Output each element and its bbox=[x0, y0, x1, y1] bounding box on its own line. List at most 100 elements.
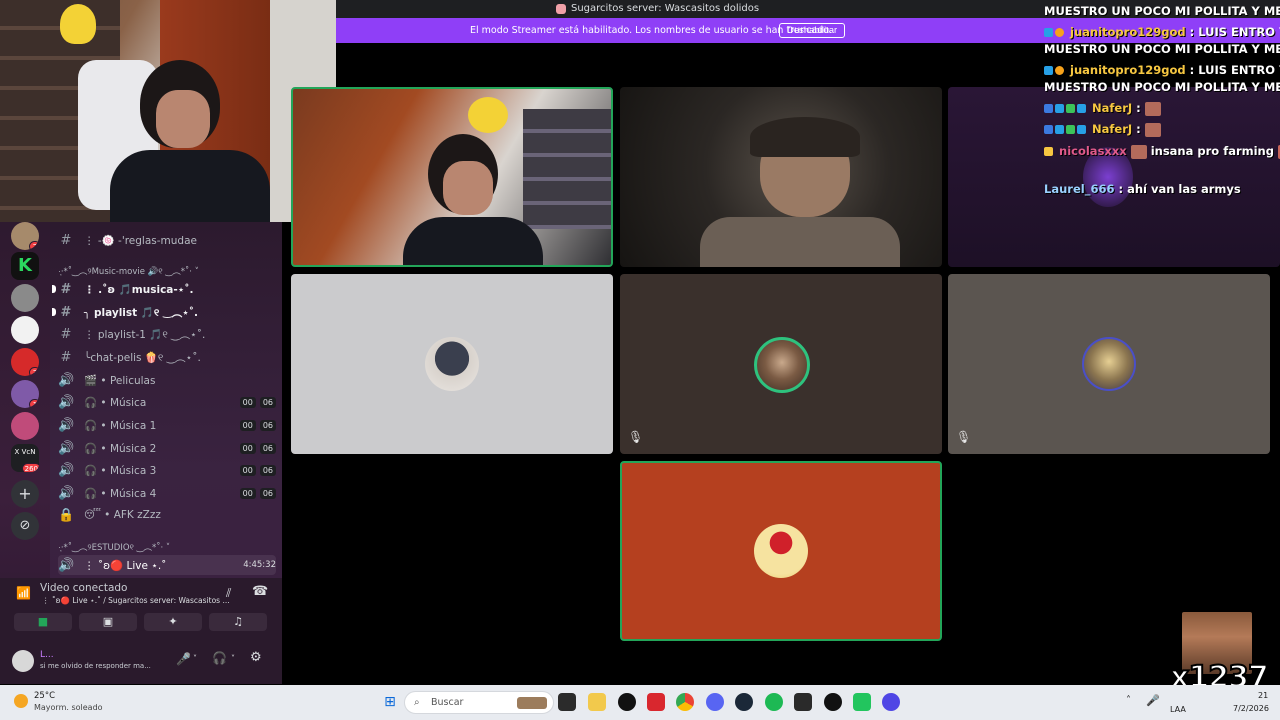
channel-list: # ⋮ -🍥 -'reglas-mudae ·͙·*˚‿︵୨Music-movie… bbox=[50, 222, 282, 578]
channel-playlist[interactable]: # ╮ playlist 🎵୧ ‿︵⋆˚. bbox=[52, 302, 276, 322]
signal-icon[interactable]: 📶 bbox=[16, 586, 31, 600]
steam-icon[interactable] bbox=[735, 693, 753, 711]
badge-icon bbox=[1077, 104, 1086, 113]
avatar[interactable] bbox=[12, 650, 34, 672]
voice-tile-3[interactable]: 🎙 bbox=[948, 274, 1270, 454]
badge-icon bbox=[1044, 125, 1053, 134]
search-highlight-icon bbox=[517, 697, 547, 709]
user-avatar bbox=[754, 337, 810, 393]
server-icon bbox=[556, 3, 566, 14]
chat-line: Laurel_666 : ahí van las armys bbox=[1044, 182, 1241, 196]
weather-desc[interactable]: Mayorm. soleado bbox=[34, 703, 103, 712]
spotify-icon[interactable] bbox=[765, 693, 783, 711]
chat-line: NaferJ : bbox=[1044, 101, 1161, 116]
activities-button[interactable]: ✦ bbox=[144, 613, 202, 631]
emote-icon bbox=[1144, 101, 1161, 116]
kick-server-icon[interactable]: K bbox=[11, 252, 39, 280]
server-icon[interactable] bbox=[11, 316, 39, 344]
channel-chat-pelis[interactable]: # ╰chat-pelis 🍿୧ ‿︵⋆˚. bbox=[58, 347, 276, 367]
badge-icon bbox=[1055, 125, 1064, 134]
channel-musica-3[interactable]: 🔊 🎧 • Música 3 00 06 bbox=[58, 460, 276, 480]
voice-channel-path[interactable]: ⋮ ˚ʚ🔴 Live ⋆.˚ / Sugarcitos server: Wasc… bbox=[42, 596, 230, 605]
chevron-up-icon[interactable]: ˄ bbox=[1126, 695, 1131, 706]
task-view-icon[interactable] bbox=[558, 693, 576, 711]
chat-line: juanitopro129god : LUIS ENTRO YO ✕ bbox=[1044, 25, 1280, 39]
server-icon[interactable] bbox=[11, 284, 39, 312]
chevron-down-icon[interactable]: ˅ bbox=[231, 654, 235, 663]
server-folder-icon[interactable]: X VcN 260 bbox=[11, 444, 39, 472]
channel-musica-1[interactable]: 🔊 🎧 • Música 1 00 06 bbox=[58, 415, 276, 435]
text-channel-icon: # bbox=[60, 304, 72, 320]
chat-line: juanitopro129god : LUIS ENTRO YO bbox=[1044, 63, 1280, 77]
channel-musica-2[interactable]: 🔊 🎧 • Música 2 00 06 bbox=[58, 438, 276, 458]
kick-icon[interactable] bbox=[853, 693, 871, 711]
channel-live[interactable]: 🔊 ⋮ ˚ʚ🔴 Live ⋆.˚ 4:45:32 bbox=[58, 555, 276, 575]
discord-icon[interactable] bbox=[706, 693, 724, 711]
noise-suppression-icon[interactable]: ⫽ bbox=[226, 586, 231, 601]
voice-tile-2[interactable]: 🎙 bbox=[620, 274, 942, 454]
badge-icon bbox=[1044, 104, 1053, 113]
channel-peliculas[interactable]: 🔊 🎬 • Peliculas bbox=[58, 370, 276, 390]
lock-icon: 🔒 bbox=[58, 507, 75, 523]
voice-tile-1[interactable] bbox=[291, 274, 613, 454]
channel-musica-4[interactable]: 🔊 🎧 • Música 4 00 06 bbox=[58, 483, 276, 503]
obs-icon[interactable] bbox=[824, 693, 842, 711]
microphone-icon[interactable]: 🎤 bbox=[176, 652, 191, 666]
badge-icon bbox=[1055, 28, 1064, 37]
microphone-icon[interactable]: 🎤 bbox=[1146, 694, 1160, 707]
app-icon[interactable] bbox=[882, 693, 900, 711]
weather-temp[interactable]: 25°C bbox=[34, 691, 55, 701]
badge-icon bbox=[1066, 104, 1075, 113]
screen-share-button[interactable]: ▣ bbox=[79, 613, 137, 631]
file-explorer-icon[interactable] bbox=[588, 693, 606, 711]
disconnect-icon[interactable]: ☎ bbox=[252, 584, 268, 599]
user-avatar bbox=[425, 337, 479, 391]
emote-icon bbox=[1130, 144, 1147, 159]
custom-status: si me olvido de responder ma... bbox=[40, 662, 151, 670]
chat-line: MUESTRO UN POCO MI POLLITA Y ME SALGO bbox=[1044, 80, 1280, 94]
crown-icon bbox=[1044, 147, 1053, 156]
camera-button[interactable]: ■ bbox=[14, 613, 72, 631]
speaker-icon: 🔊 bbox=[58, 557, 75, 573]
channel-afk[interactable]: 🔒 😴 • AFK zZzz bbox=[58, 505, 276, 525]
channel-reglas-mudae[interactable]: # ⋮ -🍥 -'reglas-mudae bbox=[58, 230, 276, 250]
clock-date[interactable]: 7/2/2026 bbox=[1233, 704, 1269, 713]
gear-icon[interactable]: ⚙ bbox=[250, 650, 262, 665]
windows-start-icon[interactable]: ⊞ bbox=[381, 693, 399, 711]
server-icon[interactable]: 1 bbox=[11, 380, 39, 408]
category-estudio[interactable]: ·͙·*˚‿︵୨ESTUDIO୧ ‿︵*˚· ˅ bbox=[58, 541, 170, 553]
server-icon[interactable]: 3 bbox=[11, 348, 39, 376]
category-music-movie[interactable]: ·͙·*˚‿︵୨Music-movie 🔊୧ ‿︵*˚· ˅ bbox=[58, 265, 199, 277]
voice-status: Video conectado bbox=[40, 582, 128, 594]
speaker-icon: 🔊 bbox=[58, 394, 75, 410]
app-icon[interactable] bbox=[618, 693, 636, 711]
voice-panel: 📶 Video conectado ⋮ ˚ʚ🔴 Live ⋆.˚ / Sugar… bbox=[0, 578, 282, 638]
window-title: Sugarcitos server: Wascasitos dolidos bbox=[571, 3, 760, 14]
clock-time[interactable]: 21 bbox=[1258, 691, 1268, 700]
chevron-down-icon[interactable]: ˅ bbox=[193, 654, 197, 663]
headphones-icon[interactable]: 🎧 bbox=[212, 651, 227, 665]
chat-line: NaferJ : bbox=[1044, 122, 1161, 137]
username[interactable]: L... bbox=[40, 650, 54, 660]
add-server-icon[interactable]: + bbox=[11, 480, 39, 508]
speaker-icon: 🔊 bbox=[58, 462, 75, 478]
chrome-icon[interactable] bbox=[676, 693, 694, 711]
server-icon[interactable]: 2 bbox=[11, 222, 39, 250]
app-icon[interactable] bbox=[794, 693, 812, 711]
language-indicator[interactable]: LAA bbox=[1170, 705, 1186, 714]
app-icon[interactable] bbox=[647, 693, 665, 711]
video-tile-camera[interactable] bbox=[620, 87, 942, 267]
speaker-icon: 🔊 bbox=[58, 417, 75, 433]
discover-icon[interactable]: ⊘ bbox=[11, 512, 39, 540]
channel-playlist-1[interactable]: # ⋮ playlist-1 🎵୧ ‿︵⋆˚. bbox=[58, 324, 276, 344]
search-icon: ⌕ bbox=[414, 697, 420, 708]
search-box[interactable]: ⌕ Buscar bbox=[404, 691, 554, 714]
channel-musica[interactable]: # ⋮ .˚ʚ 🎵musica-⋆˚. bbox=[52, 279, 276, 299]
server-icon[interactable] bbox=[11, 412, 39, 440]
channel-musica-voice[interactable]: 🔊 🎧 • Música 00 06 bbox=[58, 392, 276, 412]
video-tile-stream[interactable] bbox=[291, 87, 613, 267]
disable-streamer-button[interactable]: Deshabilitar bbox=[779, 23, 846, 38]
soundboard-button[interactable]: ♫ bbox=[209, 613, 267, 631]
voice-tile-speaking[interactable] bbox=[620, 461, 942, 641]
emote-icon bbox=[1144, 122, 1161, 137]
